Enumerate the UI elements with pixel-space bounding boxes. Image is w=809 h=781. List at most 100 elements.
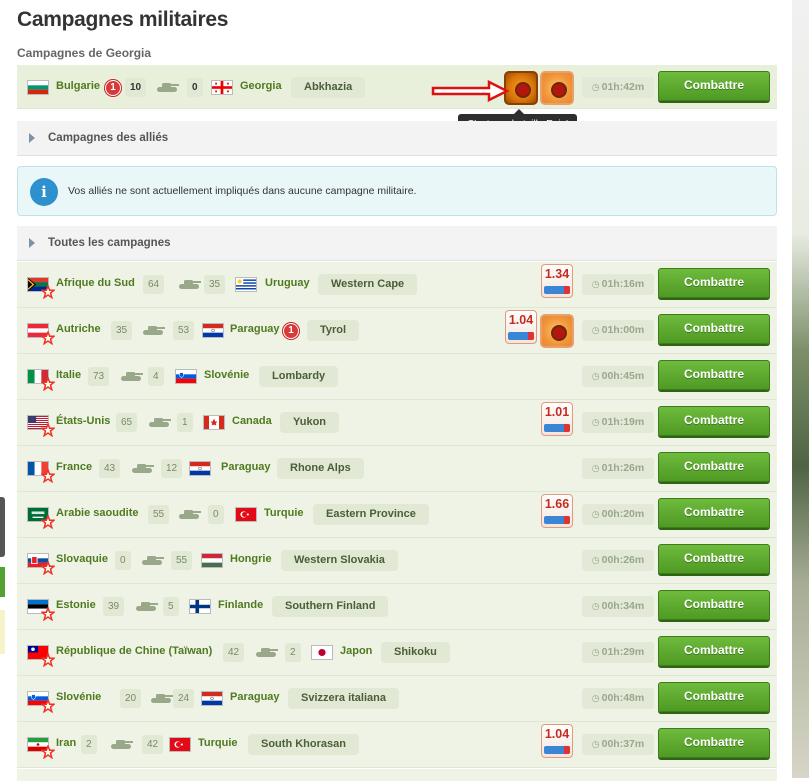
boost-value: 1.34 <box>544 267 570 281</box>
defender-count: 4 <box>148 367 164 386</box>
allies-info-text: Vos alliés ne sont actuellement impliqué… <box>68 185 417 197</box>
table-row[interactable]: Estonie 39 5 Finlande Southern Finland ◷ 00h:3… <box>17 584 777 630</box>
damage-boost-badge[interactable]: 1.66 <box>541 494 573 528</box>
defender-flag-icon <box>311 645 333 660</box>
region-name: Yukon <box>280 412 340 433</box>
clock-icon: ◷ <box>591 82 600 92</box>
damage-boost-badge[interactable]: 1.04 <box>541 724 573 758</box>
time-remaining: ◷ 00h:37m <box>582 734 654 755</box>
damage-boost-badge[interactable]: 1.01 <box>541 402 573 436</box>
defender-name: Turquie <box>198 737 238 749</box>
region-name: Abkhazia <box>291 77 366 98</box>
defender-name: Canada <box>232 415 272 427</box>
table-row[interactable]: France 43 12 Paraguay Rhone Alps ◷ 01h:26m Comb… <box>17 446 777 492</box>
region-name: Shikoku <box>381 642 450 663</box>
allies-section-header[interactable]: Campagnes des alliés <box>17 121 777 156</box>
attacker-name: Bulgarie <box>56 80 101 92</box>
time-remaining: ◷ 00h:45m <box>582 366 654 387</box>
defender-flag-icon <box>201 553 223 568</box>
star-icon <box>41 469 55 483</box>
attacker-count: 0 <box>115 551 131 570</box>
alert-badge: 1 <box>283 323 299 339</box>
damage-boost-badge[interactable]: 1.34 <box>541 264 573 298</box>
table-row[interactable]: Iran 2 42 Turquie South Khorasan 1.04 ◷ 00h:37m… <box>17 722 777 768</box>
defender-name: Hongrie <box>230 553 272 565</box>
fight-button[interactable]: Combattre <box>658 314 770 344</box>
attacker-count: 64 <box>143 275 165 294</box>
fight-button[interactable]: Combattre <box>658 452 770 482</box>
defender-count: 42 <box>142 735 164 754</box>
fight-button[interactable]: Combattre <box>658 590 770 620</box>
tank-icon <box>111 740 133 749</box>
clock-icon: ◷ <box>591 739 600 749</box>
tank-icon <box>149 418 171 427</box>
damage-boost-badge[interactable]: 1.04 <box>505 310 537 344</box>
defender-name: Paraguay <box>221 461 271 473</box>
allies-info-box: i Vos alliés ne sont actuellement impliq… <box>17 166 777 216</box>
defender-count: 24 <box>173 689 195 708</box>
epic-bonus-icon[interactable] <box>540 71 574 105</box>
table-row[interactable]: Slovaquie 0 55 Hongrie Western Slovakia ◷ 00h:… <box>17 538 777 584</box>
boost-bar-icon <box>508 332 534 340</box>
fight-button[interactable]: Combattre <box>658 268 770 298</box>
defender-flag-icon <box>201 691 223 706</box>
star-icon <box>41 377 55 391</box>
epic-bonus-icon[interactable] <box>540 314 574 348</box>
defender-count: 2 <box>285 643 301 662</box>
clock-icon: ◷ <box>591 325 600 335</box>
tank-icon <box>121 372 143 381</box>
defender-count: 12 <box>161 459 183 478</box>
fight-button[interactable]: Combattre <box>658 636 770 666</box>
boost-value: 1.04 <box>508 313 534 327</box>
star-icon <box>41 331 55 345</box>
region-name: Svizzera italiana <box>288 688 399 709</box>
boost-bar-icon <box>544 424 570 432</box>
fight-button[interactable]: Combattre <box>658 498 770 528</box>
clock-icon: ◷ <box>591 463 600 473</box>
my-campaign-row[interactable]: Bulgarie 1 10 0 Georgia Abkhazia ◷ 01h:42… <box>17 65 777 109</box>
clock-icon: ◷ <box>591 555 600 565</box>
star-icon <box>41 423 55 437</box>
all-campaigns-header[interactable]: Toutes les campagnes <box>17 226 777 261</box>
table-row[interactable]: Slovénie 20 24 Paraguay Svizzera italiana ◷ 00… <box>17 676 777 722</box>
fight-button[interactable]: Combattre <box>658 728 770 758</box>
defender-count: 35 <box>204 275 226 294</box>
boost-value: 1.01 <box>544 405 570 419</box>
info-icon: i <box>30 178 58 206</box>
attacker-count: 20 <box>120 689 142 708</box>
time-remaining: ◷ 01h:26m <box>582 458 654 479</box>
table-row[interactable]: République de Chine (Taïwan) 42 2 Japon Shik… <box>17 630 777 676</box>
campaigns-panel: Campagnes militaires Campagnes de Georgi… <box>0 0 792 781</box>
table-row[interactable]: Italie 73 4 Slovénie Lombardy ◷ 00h:45m Combatt… <box>17 354 777 400</box>
attacker-name: Estonie <box>56 599 96 611</box>
defender-count: 55 <box>171 551 193 570</box>
star-icon <box>41 699 55 713</box>
tank-icon <box>142 556 164 565</box>
region-name: Rhone Alps <box>277 458 364 479</box>
table-row[interactable]: Autriche 35 53 Paraguay 1 Tyrol 1.04 ◷ 01h:00m Co… <box>17 308 777 354</box>
fight-button[interactable]: Combattre <box>658 544 770 574</box>
defender-count: 5 <box>163 597 179 616</box>
defender-name: Paraguay <box>230 323 280 335</box>
boost-value: 1.66 <box>544 497 570 511</box>
allies-section-title: Campagnes des alliés <box>48 132 169 144</box>
flag-bulgaria-icon <box>27 80 49 95</box>
fight-button[interactable]: Combattre <box>658 682 770 712</box>
tank-icon <box>179 510 201 519</box>
defender-count: 0 <box>187 78 203 97</box>
collapse-arrow-icon <box>29 238 35 248</box>
fight-button[interactable]: Combattre <box>658 406 770 436</box>
time-remaining: ◷ 00h:20m <box>582 504 654 525</box>
table-row[interactable]: Arabie saoudite 55 0 Turquie Eastern Provinc… <box>17 492 777 538</box>
table-row[interactable]: Afrique du Sud 64 35 Uruguay Western Cape 1.3… <box>17 262 777 308</box>
attacker-count: 55 <box>148 505 170 524</box>
fight-button[interactable]: Combattre <box>658 71 770 101</box>
star-icon <box>41 607 55 621</box>
region-name: Tyrol <box>307 320 360 341</box>
table-row[interactable]: États-Unis 65 1 Canada Yukon 1.01 ◷ 01h:19m Comb… <box>17 400 777 446</box>
clock-icon: ◷ <box>591 509 600 519</box>
attacker-count: 2 <box>81 735 97 754</box>
fight-button[interactable]: Combattre <box>658 360 770 390</box>
attacker-name: Slovaquie <box>56 553 108 565</box>
attacker-name: République de Chine (Taïwan) <box>56 645 213 657</box>
